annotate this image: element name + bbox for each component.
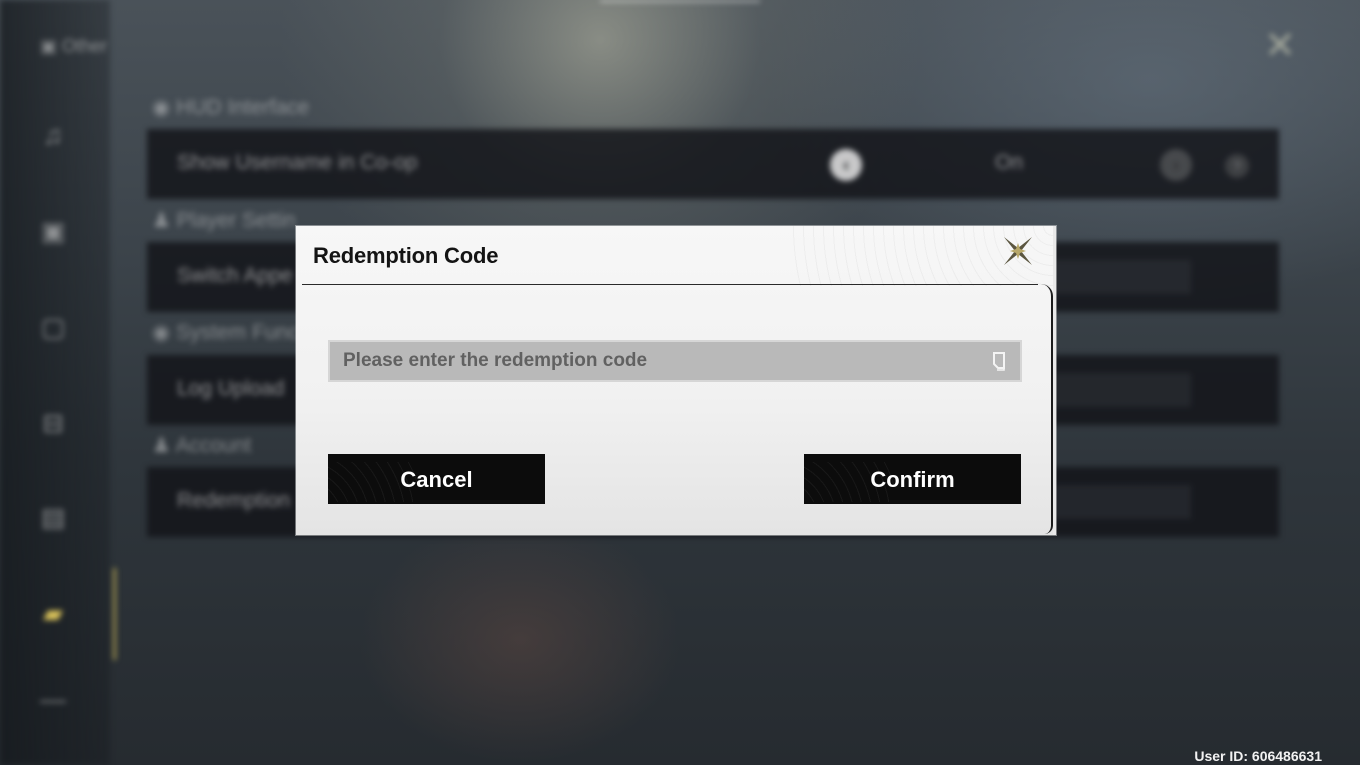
cancel-button[interactable]: Cancel — [328, 454, 545, 504]
setting-label: Redemption — [177, 489, 291, 512]
dialog-header: Redemption Code — [296, 226, 1053, 284]
setting-value: On — [995, 151, 1024, 174]
close-x-icon[interactable]: ✕ — [1262, 27, 1298, 65]
section-hud: ◉ HUD Interface — [152, 96, 310, 119]
close-star-icon[interactable] — [1000, 233, 1036, 269]
gamepad-icon[interactable]: ⊟ — [38, 408, 68, 438]
setting-label: Show Username in Co-op — [177, 151, 418, 174]
header-divider — [302, 284, 1038, 285]
setting-label: Log Upload — [177, 377, 285, 400]
confirm-button[interactable]: Confirm — [804, 454, 1021, 504]
setting-row-show-username[interactable]: Show Username in Co-op ‹ On › ? — [147, 129, 1279, 199]
chat-bubble-icon[interactable]: ▢ — [38, 312, 68, 342]
section-account: ♟ Account — [152, 434, 252, 457]
folder-icon: ▣ — [40, 36, 58, 56]
help-icon[interactable]: ? — [1225, 154, 1249, 178]
category-title: ▣ Other — [40, 36, 107, 57]
setting-label: Switch Appe — [177, 264, 293, 287]
section-system-functions: ◉ System Func — [152, 321, 299, 344]
game-screen: ▣ Other ♫ ▣ ▢ ⊟ ▤ ▰ — ◉ HUD Interface Sh… — [0, 0, 1360, 765]
section-player-settings: ♟ Player Settin — [152, 209, 296, 232]
chevron-right-icon[interactable]: › — [1160, 149, 1192, 181]
music-icon[interactable]: ♫ — [38, 120, 68, 150]
user-id-label: User ID: 606486631 — [1194, 748, 1322, 764]
dialog-edge-frame — [1041, 284, 1053, 534]
more-icon[interactable]: — — [38, 684, 68, 714]
redemption-dialog: Redemption Code Cancel Confirm — [296, 226, 1056, 535]
dialog-title: Redemption Code — [313, 243, 499, 268]
redemption-code-input[interactable] — [330, 342, 970, 380]
chevron-left-icon[interactable]: ‹ — [830, 149, 862, 181]
paste-icon[interactable] — [992, 351, 1008, 371]
active-tab-marker — [113, 568, 116, 660]
folder-edit-icon[interactable]: ▰ — [38, 598, 68, 628]
settings-sidebar — [0, 0, 110, 765]
category-label: Other — [62, 36, 108, 56]
top-indicator-bar — [600, 0, 760, 2]
display-icon[interactable]: ▣ — [38, 216, 68, 246]
keyboard-icon[interactable]: ▤ — [38, 502, 68, 532]
redemption-code-field[interactable] — [328, 340, 1022, 382]
